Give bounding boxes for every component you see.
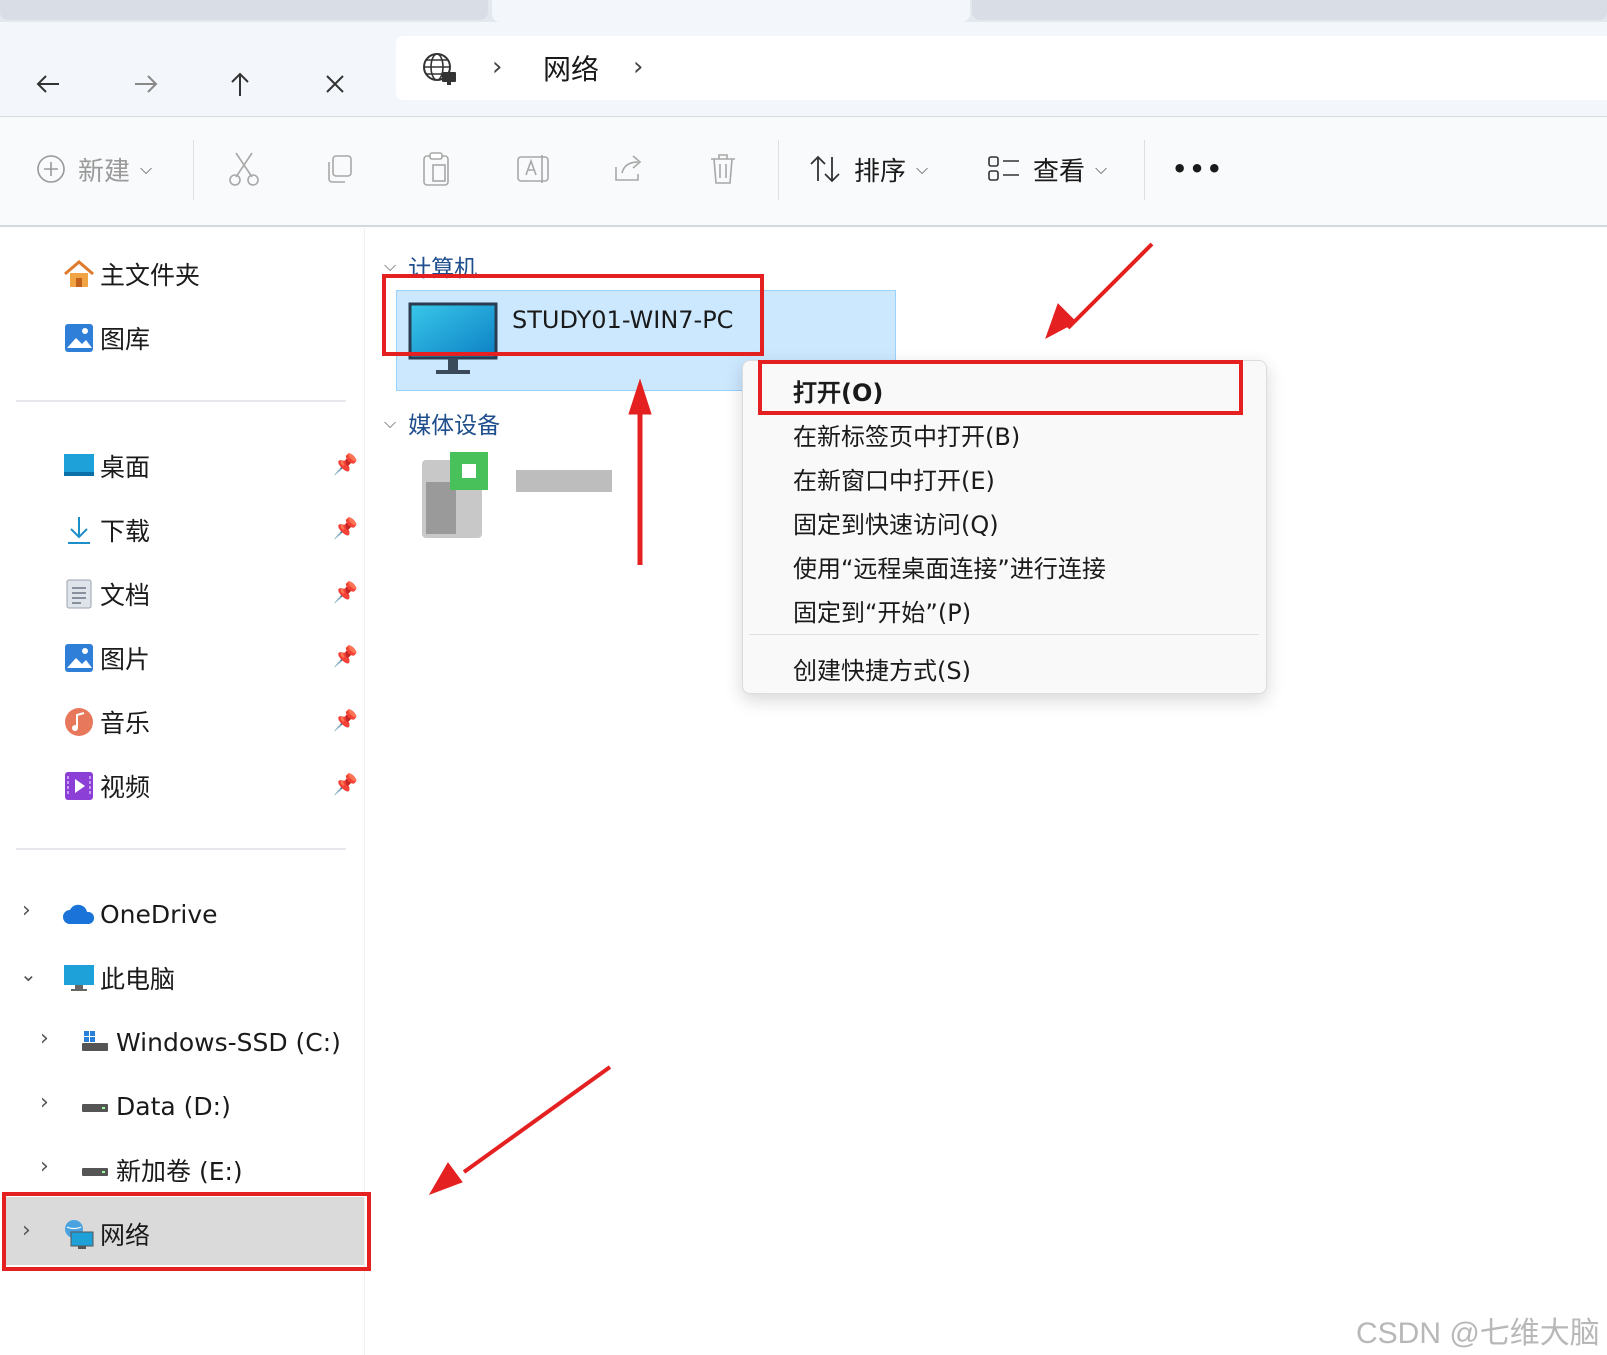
watermark: CSDN @七维大脑 bbox=[1356, 1317, 1600, 1350]
arrow-head-icon bbox=[1045, 303, 1077, 340]
arrow-head-icon bbox=[428, 1162, 463, 1195]
arrow-to-open-item bbox=[1066, 242, 1154, 330]
annotation-arrows bbox=[428, 242, 1154, 1195]
arrow-head-icon bbox=[628, 378, 652, 415]
arrow-to-network bbox=[462, 1065, 612, 1174]
